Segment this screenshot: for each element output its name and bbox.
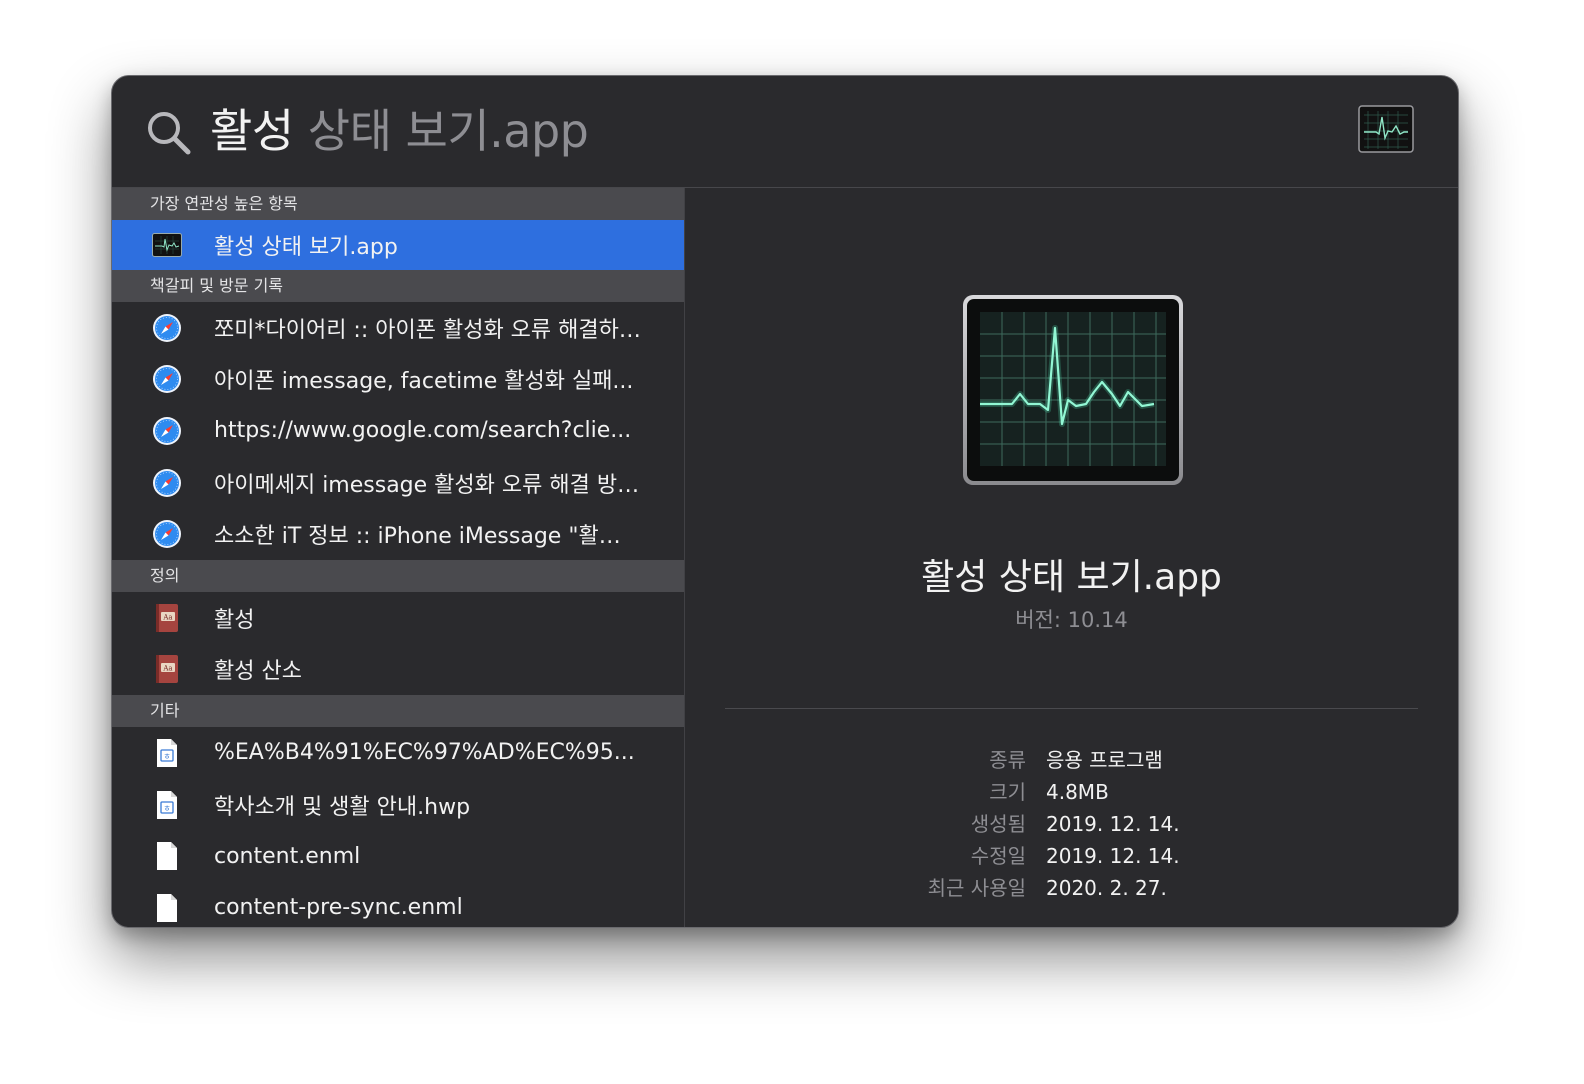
search-icon (148, 112, 191, 155)
metadata-row-modified: 수정일 2019. 12. 14. (685, 840, 1458, 872)
result-row-bookmark[interactable]: 아이메세지 imessage 활성화 오류 해결 방… (112, 457, 684, 509)
search-typed-text: 활성 (210, 104, 294, 158)
result-label: 활성 산소 (214, 659, 302, 685)
result-label: %EA%B4%91%EC%97%AD%EC%95... (214, 740, 635, 766)
result-label: 아이폰 imessage, facetime 활성화 실패... (214, 369, 634, 395)
result-row-file[interactable]: content.enml (112, 830, 684, 882)
metadata-value: 4.8MB (1046, 780, 1109, 804)
blank-document-icon (150, 839, 184, 873)
svg-text:Aa: Aa (162, 613, 172, 621)
svg-text:Aa: Aa (162, 665, 172, 673)
safari-compass-icon (150, 362, 184, 396)
activity-monitor-icon (963, 295, 1183, 485)
metadata-table: 종류 응용 프로그램 크기 4.8MB 생성됨 2019. 12. 14. 수정… (685, 744, 1458, 904)
result-label: 활성 (214, 607, 255, 633)
preview-version: 버전: 10.14 (1015, 608, 1128, 632)
preview-title: 활성 상태 보기.app (921, 557, 1222, 598)
result-row-definition[interactable]: Aa 활성 (112, 592, 684, 644)
section-header-top-hit: 가장 연관성 높은 항목 (112, 188, 684, 220)
section-header-definitions: 정의 (112, 559, 684, 592)
result-label: 쪼미*다이어리 :: 아이폰 활성화 오류 해결하… (214, 317, 641, 343)
result-row-bookmark[interactable]: https://www.google.com/search?clie... (112, 405, 684, 457)
search-autocomplete-text: 상태 보기.app (293, 104, 589, 158)
result-row-bookmark[interactable]: 쪼미*다이어리 :: 아이폰 활성화 오류 해결하… (112, 302, 684, 354)
result-row-selected[interactable]: 활성 상태 보기.app (112, 220, 684, 270)
metadata-row-last-used: 최근 사용일 2020. 2. 27. (685, 872, 1458, 904)
result-label: 활성 상태 보기.app (214, 235, 398, 260)
spotlight-window: 활성 상태 보기.app 가장 연관성 높은 항목 활성 상태 보기.app 책… (111, 75, 1459, 928)
metadata-value: 2020. 2. 27. (1046, 876, 1167, 900)
metadata-row-kind: 종류 응용 프로그램 (685, 744, 1458, 776)
metadata-key: 최근 사용일 (927, 876, 1026, 900)
metadata-key: 종류 (989, 748, 1026, 772)
safari-compass-icon (150, 414, 184, 448)
svg-text:ㅎ: ㅎ (163, 752, 170, 761)
metadata-value: 응용 프로그램 (1046, 748, 1163, 772)
safari-compass-icon (150, 517, 184, 551)
metadata-value: 2019. 12. 14. (1046, 844, 1180, 868)
safari-compass-icon (150, 311, 184, 345)
result-row-file[interactable]: ㅎ 학사소개 및 생활 안내.hwp (112, 779, 684, 831)
section-header-other: 기타 (112, 695, 684, 728)
result-label: content.enml (214, 843, 361, 869)
section-header-bookmarks-history: 책갈피 및 방문 기록 (112, 270, 684, 302)
dictionary-icon: Aa (150, 652, 184, 686)
search-input[interactable]: 활성 상태 보기.app (210, 98, 589, 164)
hwp-document-icon: ㅎ (150, 788, 184, 822)
hwp-document-icon: ㅎ (150, 736, 184, 770)
result-label: https://www.google.com/search?clie... (214, 418, 632, 444)
metadata-value: 2019. 12. 14. (1046, 812, 1180, 836)
result-label: 소소한 iT 정보 :: iPhone iMessage "활… (214, 524, 621, 550)
result-row-bookmark[interactable]: 소소한 iT 정보 :: iPhone iMessage "활… (112, 508, 684, 560)
metadata-key: 생성됨 (970, 812, 1026, 836)
preview-divider (725, 708, 1418, 709)
results-list: 가장 연관성 높은 항목 활성 상태 보기.app 책갈피 및 방문 기록 쪼미… (112, 188, 685, 927)
metadata-row-created: 생성됨 2019. 12. 14. (685, 808, 1458, 840)
result-row-bookmark[interactable]: 아이폰 imessage, facetime 활성화 실패... (112, 354, 684, 406)
dictionary-icon: Aa (150, 601, 184, 635)
result-row-file[interactable]: ㅎ %EA%B4%91%EC%97%AD%EC%95... (112, 727, 684, 779)
result-label: 학사소개 및 생활 안내.hwp (214, 794, 471, 820)
blank-document-icon (150, 891, 184, 925)
metadata-row-size: 크기 4.8MB (685, 776, 1458, 808)
svg-text:ㅎ: ㅎ (163, 804, 170, 813)
preview-pane: 활성 상태 보기.app 버전: 10.14 종류 응용 프로그램 크기 4.8… (685, 188, 1458, 927)
search-bar[interactable]: 활성 상태 보기.app (112, 76, 1458, 188)
result-label: 아이메세지 imessage 활성화 오류 해결 방… (214, 472, 640, 498)
result-row-definition[interactable]: Aa 활성 산소 (112, 644, 684, 696)
result-row-file[interactable]: content-pre-sync.enml (112, 882, 684, 927)
safari-compass-icon (150, 466, 184, 500)
metadata-key: 크기 (989, 780, 1026, 804)
activity-monitor-icon (150, 228, 184, 262)
metadata-key: 수정일 (970, 844, 1026, 868)
result-label: content-pre-sync.enml (214, 895, 463, 921)
activity-monitor-icon (1358, 105, 1414, 153)
